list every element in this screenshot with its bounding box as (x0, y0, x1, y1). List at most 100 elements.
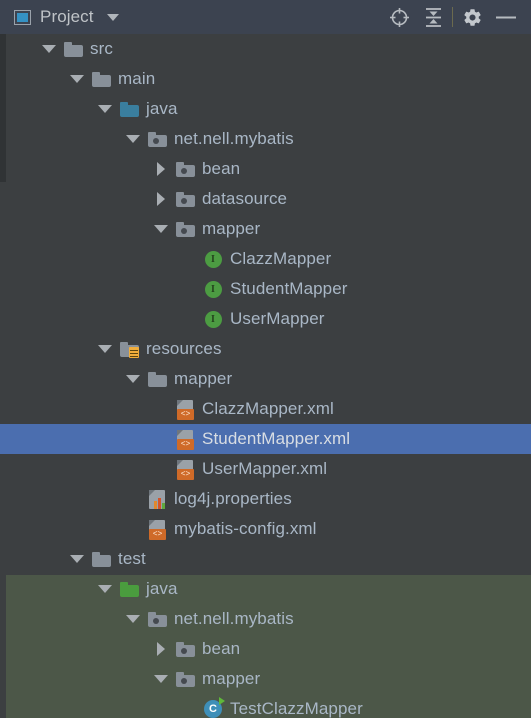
page-title: Project (40, 7, 94, 26)
folder-test-java-icon (119, 581, 139, 597)
settings-gear-icon[interactable] (455, 0, 489, 34)
folder-source-java-icon (119, 101, 139, 117)
tree-node-icon (172, 634, 198, 664)
tree-toggle-spacer (178, 304, 200, 334)
tree-row[interactable]: mapper (0, 214, 531, 244)
chevron-down-icon[interactable] (98, 105, 112, 113)
tree-row[interactable]: bean (0, 154, 531, 184)
chevron-down-icon[interactable] (106, 13, 119, 21)
chevron-right-icon[interactable] (157, 192, 165, 206)
tree-row[interactable]: log4j.properties (0, 484, 531, 514)
interface-icon: I (204, 280, 222, 298)
tree-node-icon: I (200, 304, 226, 334)
tree-node-label: bean (202, 639, 241, 658)
tree-node-label: net.nell.mybatis (174, 129, 294, 148)
tree-row[interactable]: mapper (0, 664, 531, 694)
tree-expand-toggle[interactable] (150, 184, 172, 214)
chevron-down-icon[interactable] (126, 615, 140, 623)
tree-expand-toggle[interactable] (122, 604, 144, 634)
chevron-down-icon[interactable] (70, 555, 84, 563)
tree-node-label: mapper (202, 669, 261, 688)
tree-row[interactable]: datasource (0, 184, 531, 214)
tree-node-label: net.nell.mybatis (174, 609, 294, 628)
tree-node-label: java (146, 579, 178, 598)
tree-expand-toggle[interactable] (94, 334, 116, 364)
chevron-down-icon[interactable] (126, 375, 140, 383)
tree-expand-toggle[interactable] (94, 574, 116, 604)
tree-toggle-spacer (122, 514, 144, 544)
tree-toggle-spacer (178, 694, 200, 718)
tree-row[interactable]: <> UserMapper.xml (0, 454, 531, 484)
tree-node-icon: I (200, 244, 226, 274)
tree-node-icon (116, 94, 142, 124)
chevron-down-icon[interactable] (154, 675, 168, 683)
properties-file-icon (149, 489, 165, 509)
tree-row[interactable]: C TestClazzMapper (0, 694, 531, 718)
tree-node-label: TestClazzMapper (230, 699, 363, 718)
tree-node-label: java (146, 99, 178, 118)
tree-row[interactable]: I ClazzMapper (0, 244, 531, 274)
tree-row[interactable]: net.nell.mybatis (0, 604, 531, 634)
folder-gray-icon (91, 551, 111, 567)
tree-node-icon (144, 484, 170, 514)
tree-expand-toggle[interactable] (38, 34, 60, 64)
tree-expand-toggle[interactable] (122, 124, 144, 154)
tree-expand-toggle[interactable] (150, 214, 172, 244)
tree-row[interactable]: src (0, 34, 531, 64)
header-actions (382, 0, 523, 34)
tree-row[interactable]: <> mybatis-config.xml (0, 514, 531, 544)
toolbar-separator (452, 7, 453, 27)
tree-expand-toggle[interactable] (122, 364, 144, 394)
folder-package-icon (175, 161, 195, 177)
tree-node-label: StudentMapper (230, 279, 348, 298)
tree-toggle-spacer (178, 244, 200, 274)
tree-expand-toggle[interactable] (150, 154, 172, 184)
tree-row[interactable]: java (0, 94, 531, 124)
interface-icon: I (204, 250, 222, 268)
chevron-right-icon[interactable] (157, 642, 165, 656)
tree-node-label: mybatis-config.xml (174, 519, 317, 538)
folder-gray-icon (91, 71, 111, 87)
chevron-right-icon[interactable] (157, 162, 165, 176)
tree-row[interactable]: main (0, 64, 531, 94)
tree-row[interactable]: <> ClazzMapper.xml (0, 394, 531, 424)
tree-row[interactable]: bean (0, 634, 531, 664)
locate-icon[interactable] (382, 0, 416, 34)
collapse-all-icon[interactable] (416, 0, 450, 34)
tree-expand-toggle[interactable] (66, 64, 88, 94)
chevron-down-icon[interactable] (126, 135, 140, 143)
chevron-down-icon[interactable] (154, 225, 168, 233)
tree-row[interactable]: java (0, 574, 531, 604)
tree-node-label: main (118, 69, 156, 88)
tree-row[interactable]: resources (0, 334, 531, 364)
tree-node-icon (144, 364, 170, 394)
chevron-down-icon[interactable] (98, 585, 112, 593)
interface-icon: I (204, 310, 222, 328)
project-window-icon (14, 9, 31, 25)
tree-node-label: mapper (202, 219, 261, 238)
tree-row[interactable]: test (0, 544, 531, 574)
tree-expand-toggle[interactable] (94, 94, 116, 124)
chevron-down-icon[interactable] (42, 45, 56, 53)
chevron-down-icon[interactable] (70, 75, 84, 83)
folder-resources-icon (119, 341, 139, 358)
hide-icon[interactable] (489, 0, 523, 34)
tree-toggle-spacer (150, 394, 172, 424)
chevron-down-icon[interactable] (98, 345, 112, 353)
tree-row[interactable]: net.nell.mybatis (0, 124, 531, 154)
tree-expand-toggle[interactable] (150, 634, 172, 664)
tree-row[interactable]: I StudentMapper (0, 274, 531, 304)
tree-row[interactable]: I UserMapper (0, 304, 531, 334)
tree-expand-toggle[interactable] (150, 664, 172, 694)
folder-package-icon (147, 611, 167, 627)
folder-gray-icon (147, 371, 167, 387)
project-title-group[interactable]: Project (14, 7, 119, 27)
tree-row[interactable]: mapper (0, 364, 531, 394)
folder-package-icon (147, 131, 167, 147)
class-runnable-icon: C (204, 697, 225, 718)
tree-node-icon (144, 604, 170, 634)
tree-row[interactable]: <> StudentMapper.xml (0, 424, 531, 454)
tree-expand-toggle[interactable] (66, 544, 88, 574)
tree-node-label: bean (202, 159, 241, 178)
xml-file-icon: <> (177, 459, 194, 480)
